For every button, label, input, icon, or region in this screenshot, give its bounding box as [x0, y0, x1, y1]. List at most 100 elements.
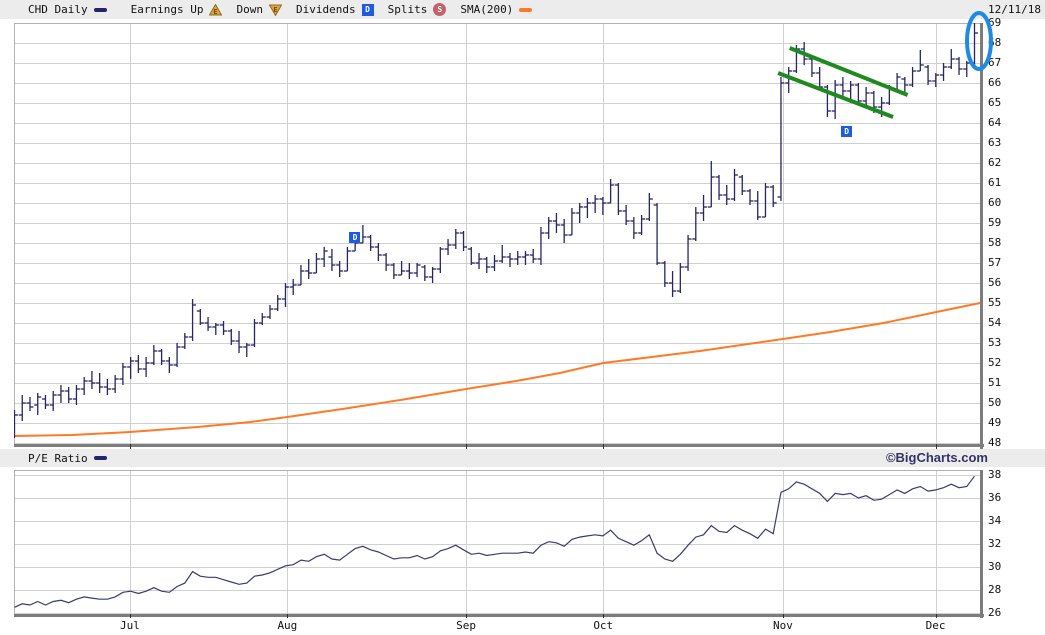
- price-y-label: 64: [988, 116, 1002, 129]
- border-left: [14, 470, 15, 614]
- x-axis-months: Jul Aug Sep Oct Nov Dec: [14, 619, 980, 633]
- price-bar: [568, 208, 576, 236]
- month-label: Aug: [277, 619, 298, 632]
- price-y-label: 56: [988, 276, 1002, 289]
- price-bar: [583, 198, 591, 218]
- pe-y-label: 26: [988, 606, 1002, 619]
- price-bar: [189, 299, 197, 341]
- border-bottom: [14, 444, 984, 447]
- month-tick: [603, 614, 604, 619]
- price-bar: [932, 73, 940, 87]
- price-y-label: 55: [988, 296, 1002, 309]
- top-toolbar: CHD Daily Earnings Up E Down E Dividends…: [0, 0, 1045, 19]
- price-bar: [49, 391, 57, 411]
- month-tick: [287, 614, 288, 619]
- price-bar: [754, 191, 762, 220]
- price-y-label: 50: [988, 396, 1002, 409]
- price-bar: [103, 379, 111, 395]
- price-bar: [483, 257, 491, 273]
- price-bar: [196, 309, 204, 325]
- price-bar: [723, 185, 731, 205]
- price-bar: [88, 371, 96, 389]
- price-bar: [684, 235, 692, 271]
- price-bar: [645, 193, 653, 221]
- month-tick: [466, 614, 467, 619]
- symbol-label: CHD Daily: [28, 3, 88, 16]
- price-series-swatch: [93, 7, 107, 12]
- price-bar: [343, 247, 351, 272]
- price-bar: [452, 229, 460, 249]
- pe-y-label: 34: [988, 514, 1002, 527]
- price-bar: [165, 357, 173, 373]
- price-bar: [72, 385, 80, 405]
- price-bar: [158, 349, 166, 365]
- price-bar: [676, 263, 684, 293]
- chart-date: 12/11/18: [988, 3, 1041, 16]
- dividend-marker: D: [349, 231, 361, 243]
- pe-series-swatch: [93, 456, 107, 460]
- border-top: [14, 23, 980, 24]
- month-label: Sep: [456, 619, 477, 632]
- pe-y-label: 32: [988, 537, 1002, 550]
- bigcharts-screen: CHD Daily Earnings Up E Down E Dividends…: [0, 0, 1045, 635]
- price-bar: [41, 395, 49, 409]
- price-bar: [916, 50, 924, 72]
- price-bar: [212, 323, 220, 335]
- price-bar: [901, 77, 909, 93]
- price-bar: [738, 175, 746, 195]
- border-right: [980, 470, 983, 618]
- price-y-label: 58: [988, 236, 1002, 249]
- price-bar: [924, 65, 932, 85]
- legend-earnings-down-label: Down: [236, 3, 263, 16]
- price-bar: [746, 189, 754, 205]
- price-bar: [18, 395, 26, 421]
- price-bar: [715, 175, 723, 200]
- highlight-ellipse-svg: [965, 11, 994, 71]
- month-label: Nov: [772, 619, 793, 632]
- trendline: [788, 46, 909, 97]
- pe-y-label: 30: [988, 560, 1002, 573]
- legend-sma-label: SMA(200): [460, 3, 514, 16]
- price-bar: [142, 357, 150, 377]
- border-right: [980, 23, 983, 450]
- sma-200-line: [13, 302, 981, 437]
- price-bar: [514, 251, 522, 265]
- bigcharts-logo: ©BigCharts.com: [885, 450, 988, 465]
- price-bar: [529, 249, 537, 263]
- price-bar: [405, 263, 413, 279]
- price-bar: [150, 345, 158, 365]
- sma-swatch: [519, 7, 533, 12]
- price-bar: [181, 333, 189, 349]
- pe-y-label: 28: [988, 583, 1002, 596]
- price-bar: [444, 239, 452, 255]
- border-bottom: [14, 614, 984, 617]
- month-tick: [130, 614, 131, 619]
- month-tick: [936, 614, 937, 619]
- price-bar: [808, 57, 816, 77]
- price-bar: [429, 267, 437, 283]
- legend-earnings-up-label: Earnings Up: [130, 3, 204, 16]
- pe-panel-label: P/E Ratio: [28, 451, 88, 465]
- price-bar: [475, 253, 483, 269]
- price-bar: [761, 183, 769, 218]
- legend-dividends-label: Dividends: [295, 3, 356, 16]
- price-y-label: 63: [988, 136, 1002, 149]
- price-y-label: 54: [988, 316, 1002, 329]
- price-y-label: 49: [988, 416, 1002, 429]
- pe-y-label: 38: [988, 468, 1002, 481]
- price-bar: [460, 231, 468, 251]
- price-bar: [521, 251, 529, 265]
- price-bar: [506, 253, 514, 267]
- price-bar: [467, 247, 475, 265]
- price-y-label: 57: [988, 256, 1002, 269]
- price-bar: [297, 265, 305, 286]
- svg-text:E: E: [273, 6, 277, 14]
- price-bar: [622, 205, 630, 225]
- svg-text:E: E: [214, 8, 218, 16]
- price-bar: [839, 77, 847, 97]
- price-y-label: 52: [988, 356, 1002, 369]
- price-y-label: 66: [988, 76, 1002, 89]
- price-y-label: 51: [988, 376, 1002, 389]
- dividend-marker: D: [841, 125, 853, 137]
- earnings-up-icon: E: [209, 3, 223, 16]
